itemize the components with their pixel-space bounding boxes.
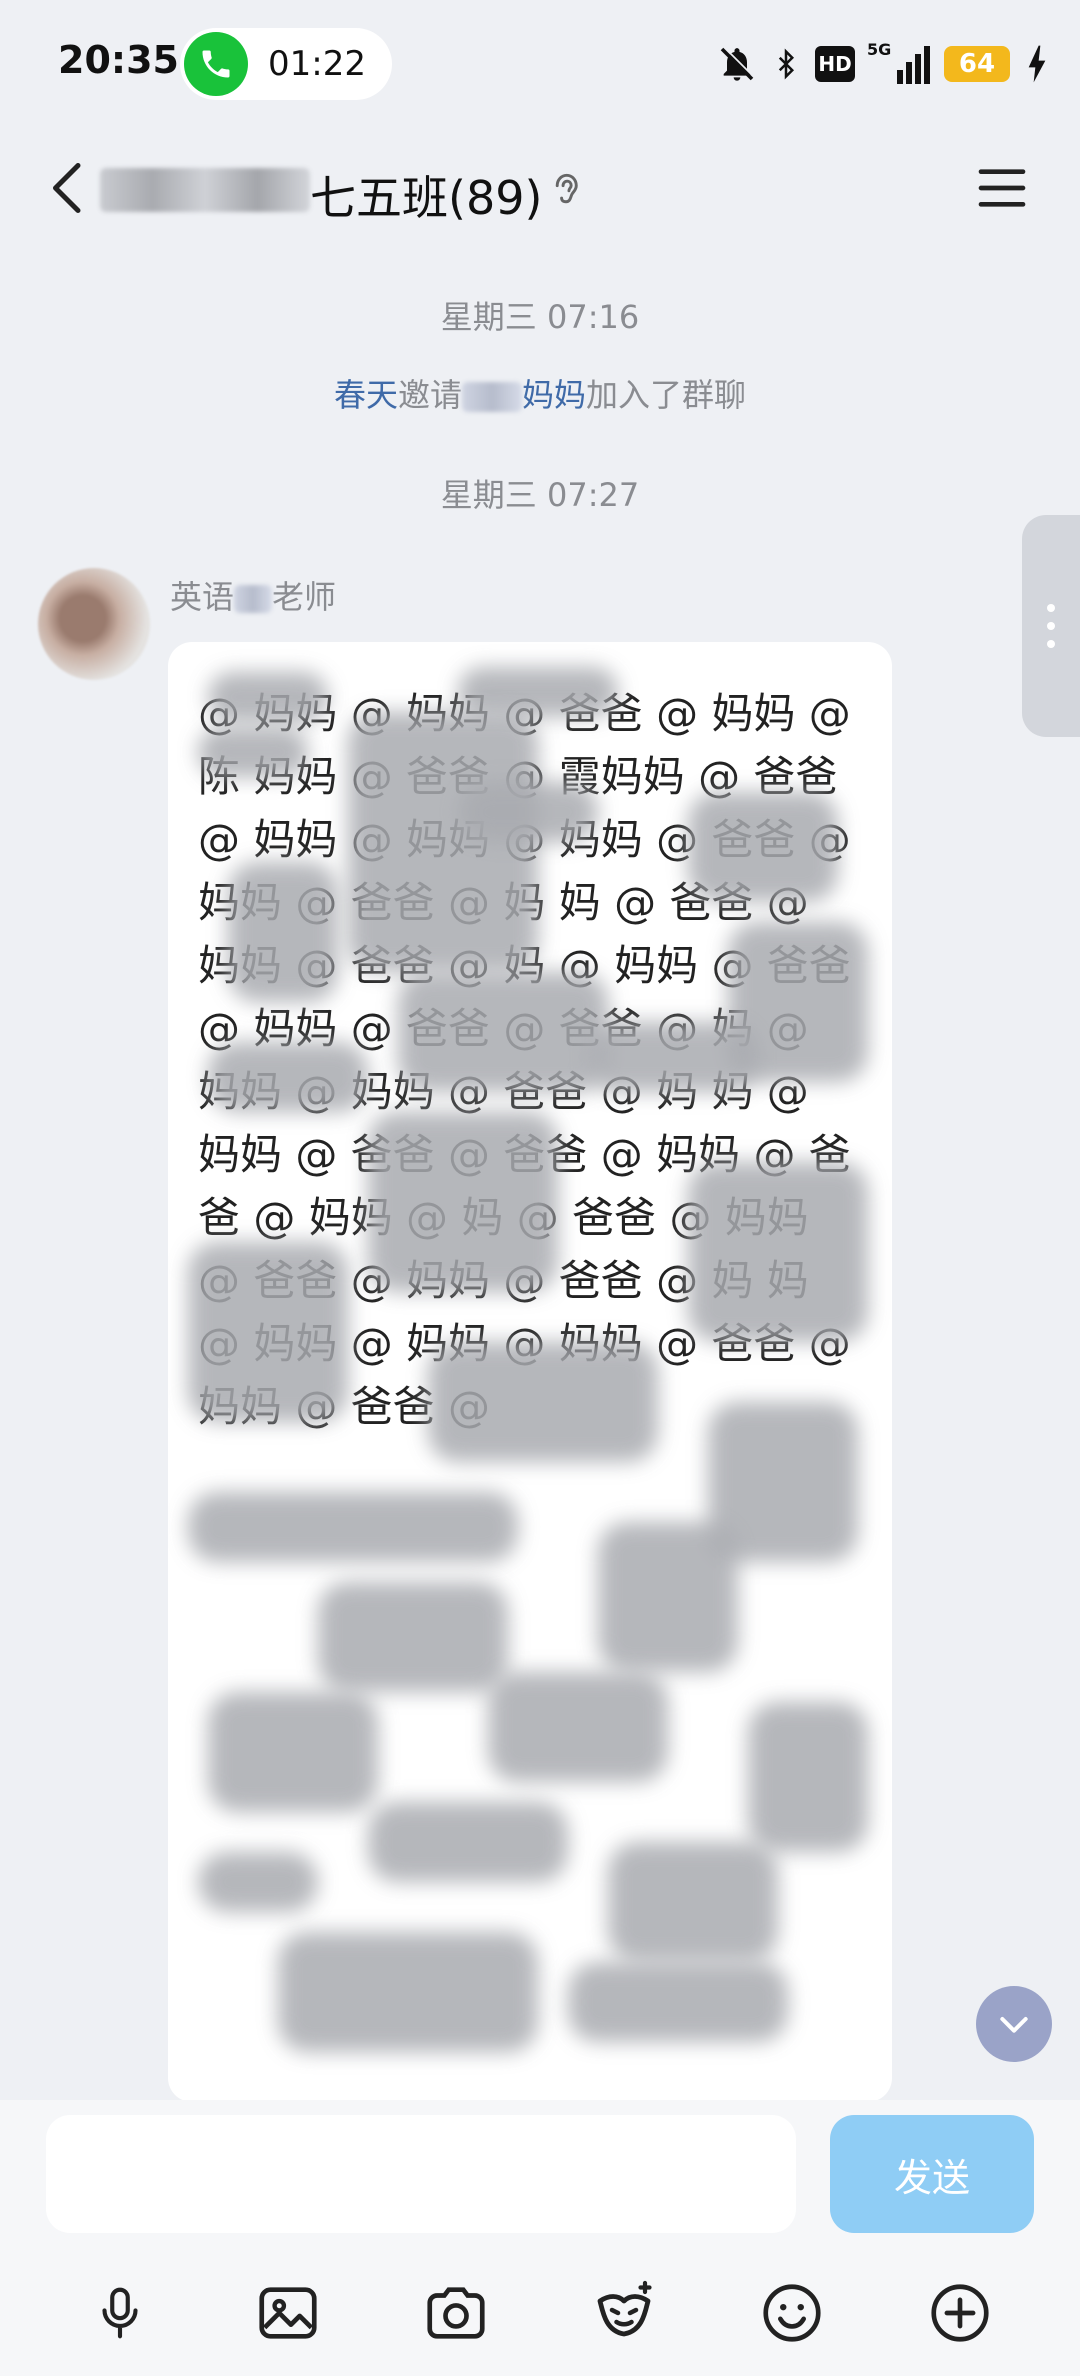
message-bubble[interactable]: @ 妈妈 @ 妈妈 @ 爸爸 @ 妈妈 @陈 妈妈 @ 爸爸 @ 霞妈妈 @ 爸… <box>168 642 892 2102</box>
back-arrow-icon[interactable] <box>38 158 98 218</box>
system-icons: HD 5G 64 <box>717 38 1050 90</box>
ear-icon[interactable] <box>548 168 584 212</box>
camera-icon[interactable] <box>414 2271 498 2355</box>
bell-off-icon <box>720 46 755 81</box>
hd-badge: HD <box>815 46 855 82</box>
avatar[interactable] <box>38 568 150 680</box>
invitee-redacted <box>462 382 522 412</box>
status-time: 20:35 <box>58 38 179 82</box>
side-drawer-handle[interactable] <box>1022 515 1080 737</box>
microphone-icon[interactable] <box>78 2271 162 2355</box>
network-type-label: 5G <box>867 40 892 59</box>
composer: 发送 <box>0 2100 1080 2376</box>
sender-name-suffix: 老师 <box>272 578 337 616</box>
phone-icon <box>184 32 248 96</box>
sender-name-prefix: 英语 <box>170 578 235 616</box>
charging-icon <box>1028 45 1046 83</box>
scroll-to-bottom-button[interactable] <box>976 1986 1052 2062</box>
more-vertical-icon <box>1047 604 1055 648</box>
invitee-name[interactable]: 妈妈 <box>522 376 586 414</box>
notice-tail: 加入了群聊 <box>586 376 747 414</box>
sticker-icon[interactable] <box>582 2271 666 2355</box>
inviter-name[interactable]: 春天 <box>334 376 398 414</box>
plus-icon[interactable] <box>918 2271 1002 2355</box>
emoji-icon[interactable] <box>750 2271 834 2355</box>
image-icon[interactable] <box>246 2271 330 2355</box>
title-redacted <box>100 168 310 212</box>
call-duration: 01:22 <box>268 44 366 84</box>
menu-icon[interactable] <box>974 158 1030 218</box>
message-text: @ 妈妈 @ 妈妈 @ 爸爸 @ 妈妈 @陈 妈妈 @ 爸爸 @ 霞妈妈 @ 爸… <box>198 689 851 1431</box>
status-bar: 20:35 01:22 HD 5G 64 <box>0 0 1080 128</box>
battery-indicator: 64 <box>944 46 1010 82</box>
composer-toolbar <box>0 2268 1080 2358</box>
sender-name[interactable]: 英语 老师 <box>170 572 336 618</box>
chat-header: 七五班(89) <box>0 128 1080 248</box>
timestamp: 星期三 07:27 <box>440 476 640 514</box>
bluetooth-icon <box>778 48 795 80</box>
sender-redacted <box>234 585 273 613</box>
chevron-down-icon <box>1000 2017 1028 2033</box>
signal-icon: 5G <box>867 40 930 84</box>
message-input[interactable] <box>46 2115 796 2233</box>
invite-verb: 邀请 <box>397 376 462 414</box>
ongoing-call-pill[interactable]: 01:22 <box>180 28 392 100</box>
system-notice: 春天邀请 妈妈加入了群聊 <box>0 370 1080 416</box>
send-button[interactable]: 发送 <box>830 2115 1034 2233</box>
timestamp: 星期三 07:16 <box>440 298 640 336</box>
chat-title[interactable]: 七五班(89) <box>310 162 542 228</box>
